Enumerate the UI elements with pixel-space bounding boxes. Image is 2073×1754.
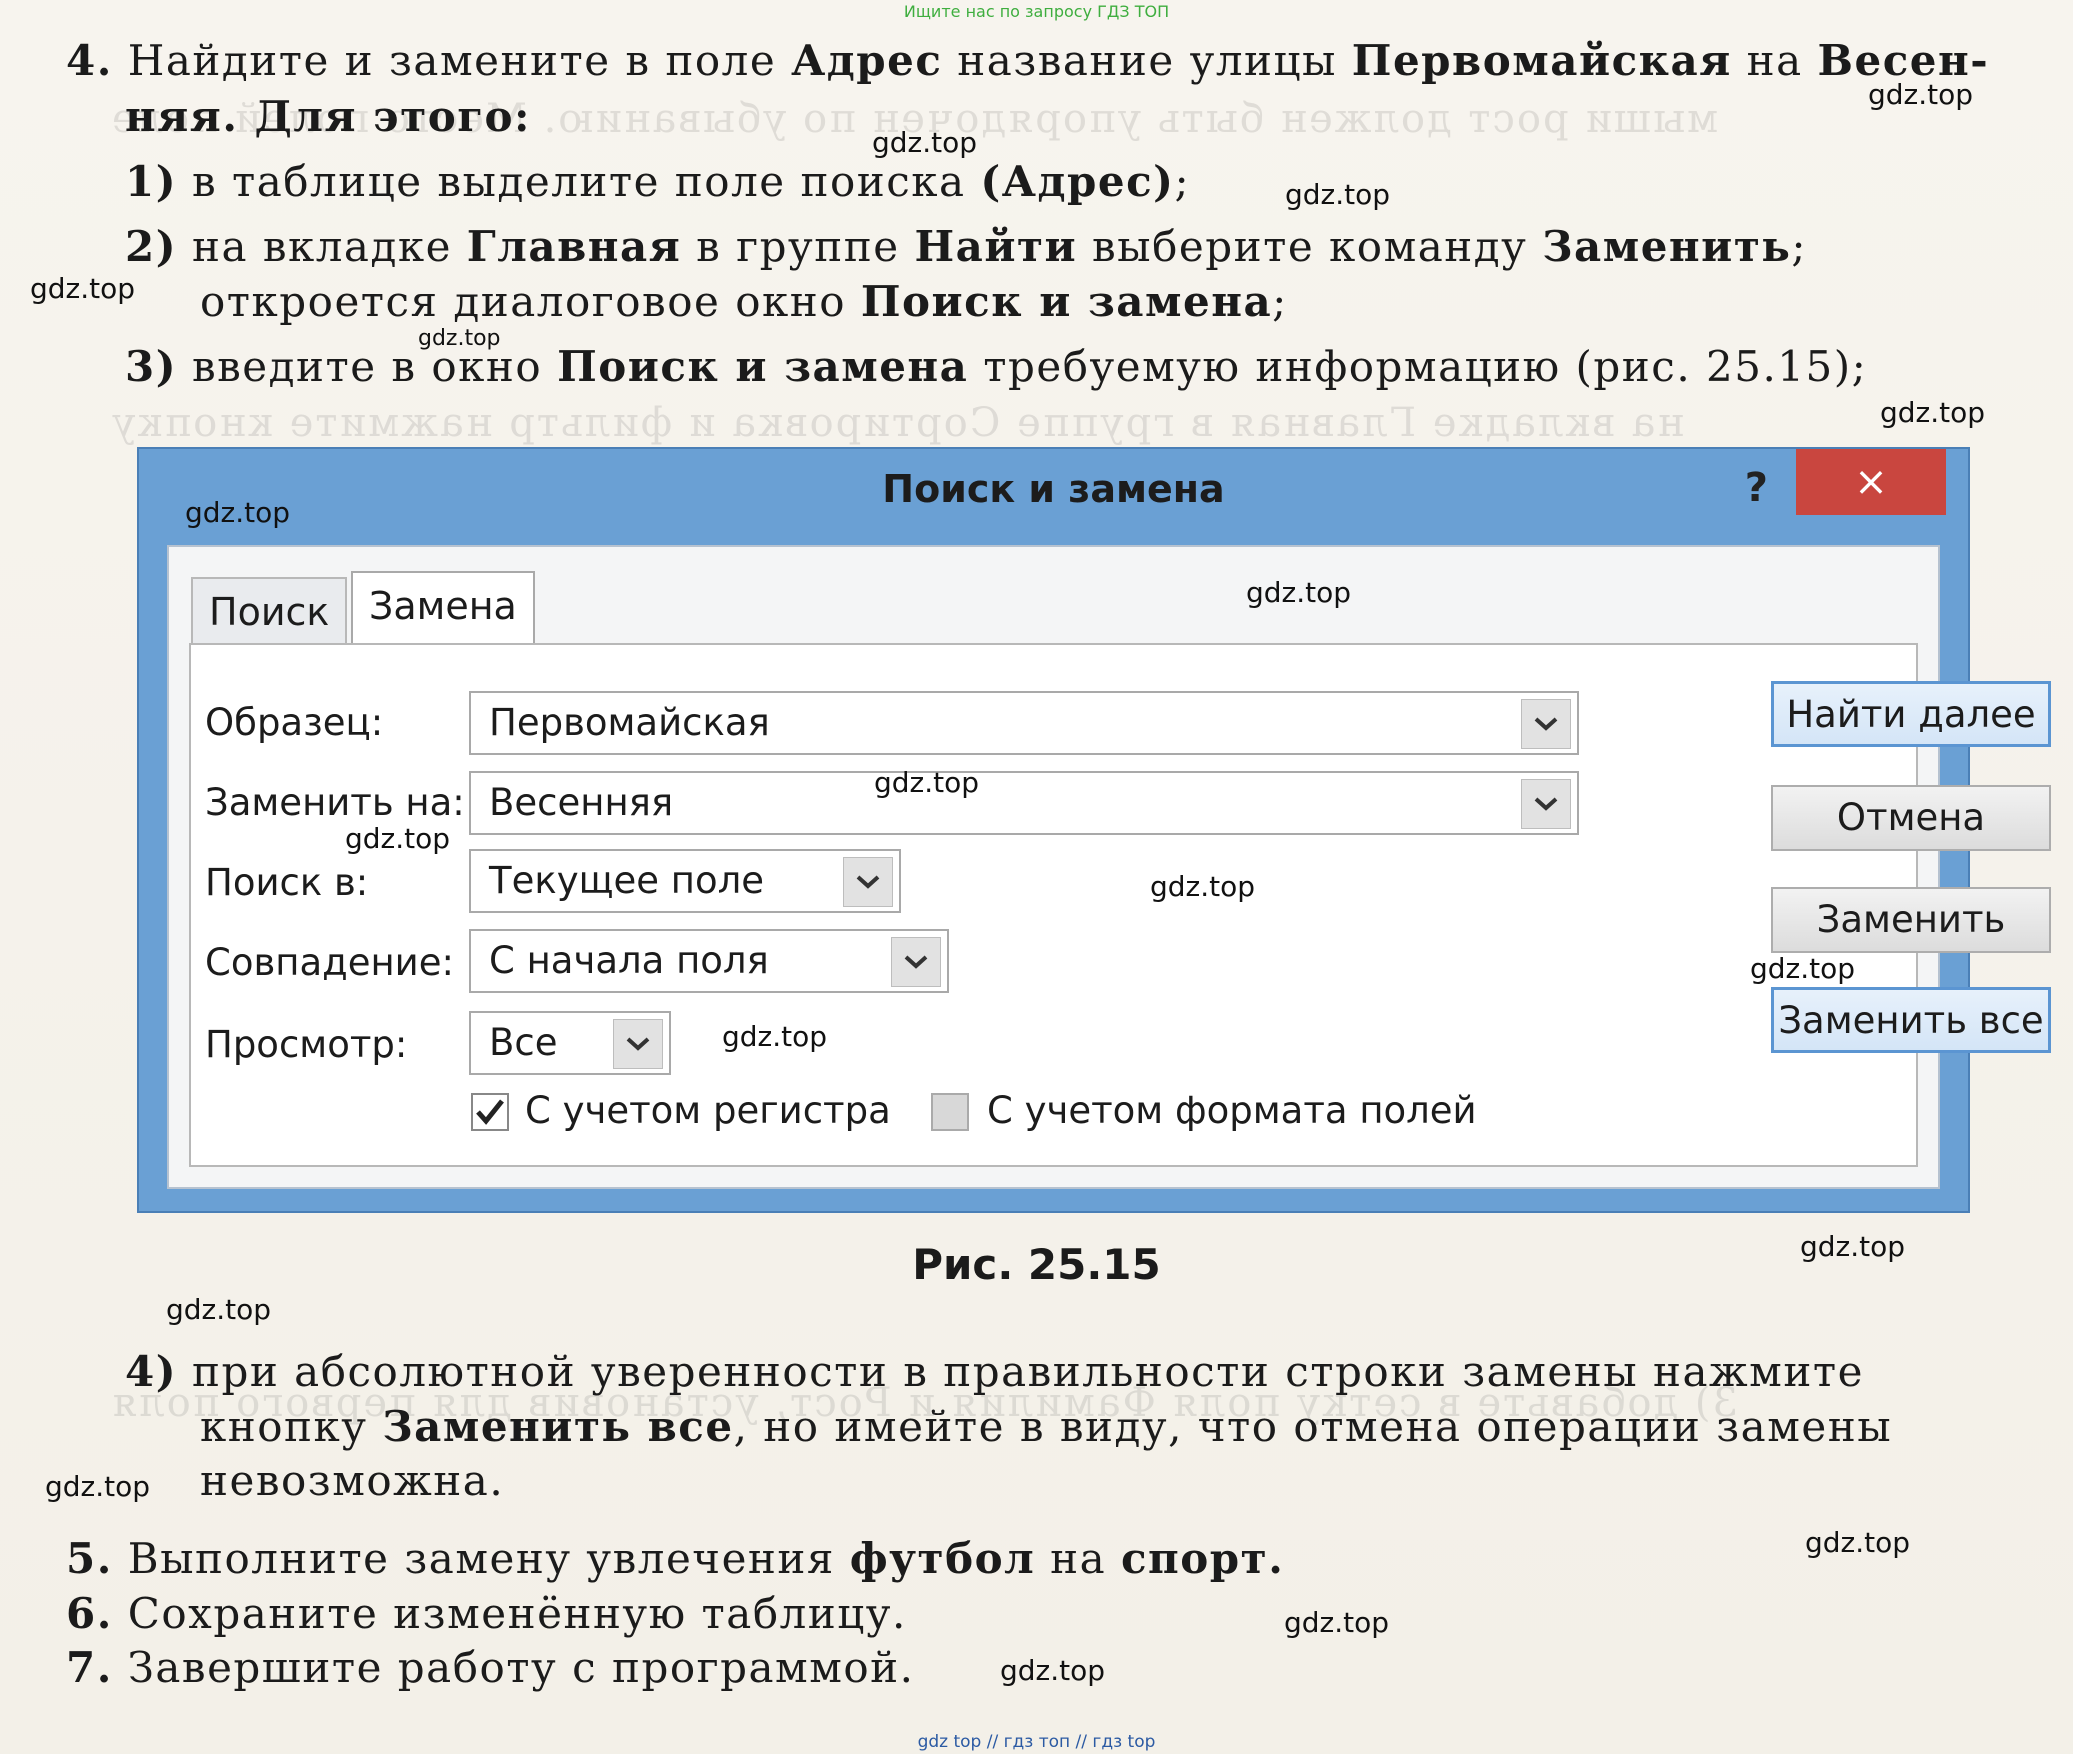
replace-with-combobox[interactable]: Весенняя (469, 771, 1579, 835)
chevron-down-icon[interactable] (1521, 779, 1571, 829)
watermark: gdz.top (418, 326, 501, 351)
replace-label: Заменить на: (205, 781, 465, 824)
watermark: gdz.top (1000, 1654, 1106, 1687)
watermark: gdz.top (1750, 952, 1856, 985)
help-button[interactable]: ? (1745, 465, 1768, 511)
search-direction-value: Все (489, 1021, 558, 1064)
cancel-button[interactable]: Отмена (1771, 785, 2051, 851)
match-value: С начала поля (489, 939, 769, 982)
step4-sub4c: невозможна. (200, 1456, 505, 1505)
find-what-combobox[interactable]: Первомайская (469, 691, 1579, 755)
step4-sub3: 3) введите в окно Поиск и замена требуем… (125, 342, 1868, 391)
watermark: gdz.top (1805, 1526, 1911, 1559)
figure-caption: Рис. 25.15 (912, 1240, 1161, 1289)
format-fields-label[interactable]: С учетом формата полей (987, 1089, 1477, 1132)
match-case-checkbox[interactable] (471, 1093, 509, 1131)
checkmark-icon (476, 1099, 504, 1125)
watermark: gdz.top (872, 126, 978, 159)
close-button[interactable]: × (1796, 449, 1946, 515)
find-what-value: Первомайская (489, 701, 770, 744)
chevron-down-icon[interactable] (843, 857, 893, 907)
step4-sub4a: 4) при абсолютной уверенности в правильн… (125, 1347, 1864, 1396)
watermark: gdz.top (185, 496, 291, 529)
look-in-value: Текущее поле (489, 859, 764, 902)
bleed-through-2: на вкладке Главная в группе Сортировка и… (110, 400, 1685, 446)
dialog-client-area: Поиск Замена Образец: Первомайская Замен… (167, 545, 2051, 1189)
top-note: Ищите нас по запросу ГДЗ ТОП (903, 2, 1170, 21)
dialog-title-bar[interactable]: Поиск и замена ? × (139, 449, 1968, 529)
step7: 7. Завершите работу с программой. (66, 1643, 915, 1692)
tab-replace[interactable]: Замена (351, 571, 535, 645)
replace-all-button[interactable]: Заменить все (1771, 987, 2051, 1053)
replace-tab-panel: Образец: Первомайская Заменить на: Весен… (189, 643, 2051, 1167)
watermark: gdz.top (1800, 1230, 1906, 1263)
chevron-down-icon[interactable] (891, 937, 941, 987)
watermark: gdz.top (1246, 576, 1352, 609)
search-direction-label: Просмотр: (205, 1023, 408, 1066)
step4-sub4b: кнопку Заменить все, но имейте в виду, ч… (200, 1402, 1893, 1451)
search-direction-select[interactable]: Все (469, 1011, 671, 1075)
replace-button[interactable]: Заменить (1771, 887, 2051, 953)
chevron-down-icon[interactable] (1521, 699, 1571, 749)
watermark: gdz.top (874, 766, 980, 799)
step4-sub1: 1) в таблице выделите поле поиска (Адрес… (125, 157, 1191, 206)
look-in-select[interactable]: Текущее поле (469, 849, 901, 913)
watermark: gdz.top (30, 272, 136, 305)
watermark: gdz.top (1150, 870, 1256, 903)
step4-sub2b: откроется диалоговое окно Поиск и замена… (200, 277, 1288, 326)
watermark: gdz.top (1868, 78, 1974, 111)
watermark: gdz.top (1880, 396, 1986, 429)
match-case-label[interactable]: С учетом регистра (525, 1089, 891, 1132)
step5: 5. Выполните замену увлечения футбол на … (66, 1534, 1285, 1583)
watermark: gdz.top (1285, 178, 1391, 211)
tab-find[interactable]: Поиск (191, 577, 348, 645)
format-fields-checkbox[interactable] (931, 1093, 969, 1131)
step4-line2: няя. Для этого: (125, 92, 532, 141)
match-label: Совпадение: (205, 941, 454, 984)
watermark: gdz.top (1284, 1606, 1390, 1639)
step4-line1: 4. Найдите и замените в поле Адрес назва… (66, 36, 1990, 85)
find-label: Образец: (205, 701, 384, 744)
match-select[interactable]: С начала поля (469, 929, 949, 993)
step6: 6. Сохраните изменённую таблицу. (66, 1589, 907, 1638)
find-next-button[interactable]: Найти далее (1771, 681, 2051, 747)
look-in-label: Поиск в: (205, 861, 369, 904)
dialog-title: Поиск и замена (882, 467, 1225, 511)
footer-note: gdz top // гдз топ // гдз top (917, 1732, 1156, 1752)
replace-with-value: Весенняя (489, 781, 674, 824)
watermark: gdz.top (166, 1293, 272, 1326)
watermark: gdz.top (45, 1470, 151, 1503)
chevron-down-icon[interactable] (613, 1019, 663, 1069)
step4-sub2a: 2) на вкладке Главная в группе Найти выб… (125, 222, 1808, 271)
watermark: gdz.top (722, 1020, 828, 1053)
watermark: gdz.top (345, 822, 451, 855)
